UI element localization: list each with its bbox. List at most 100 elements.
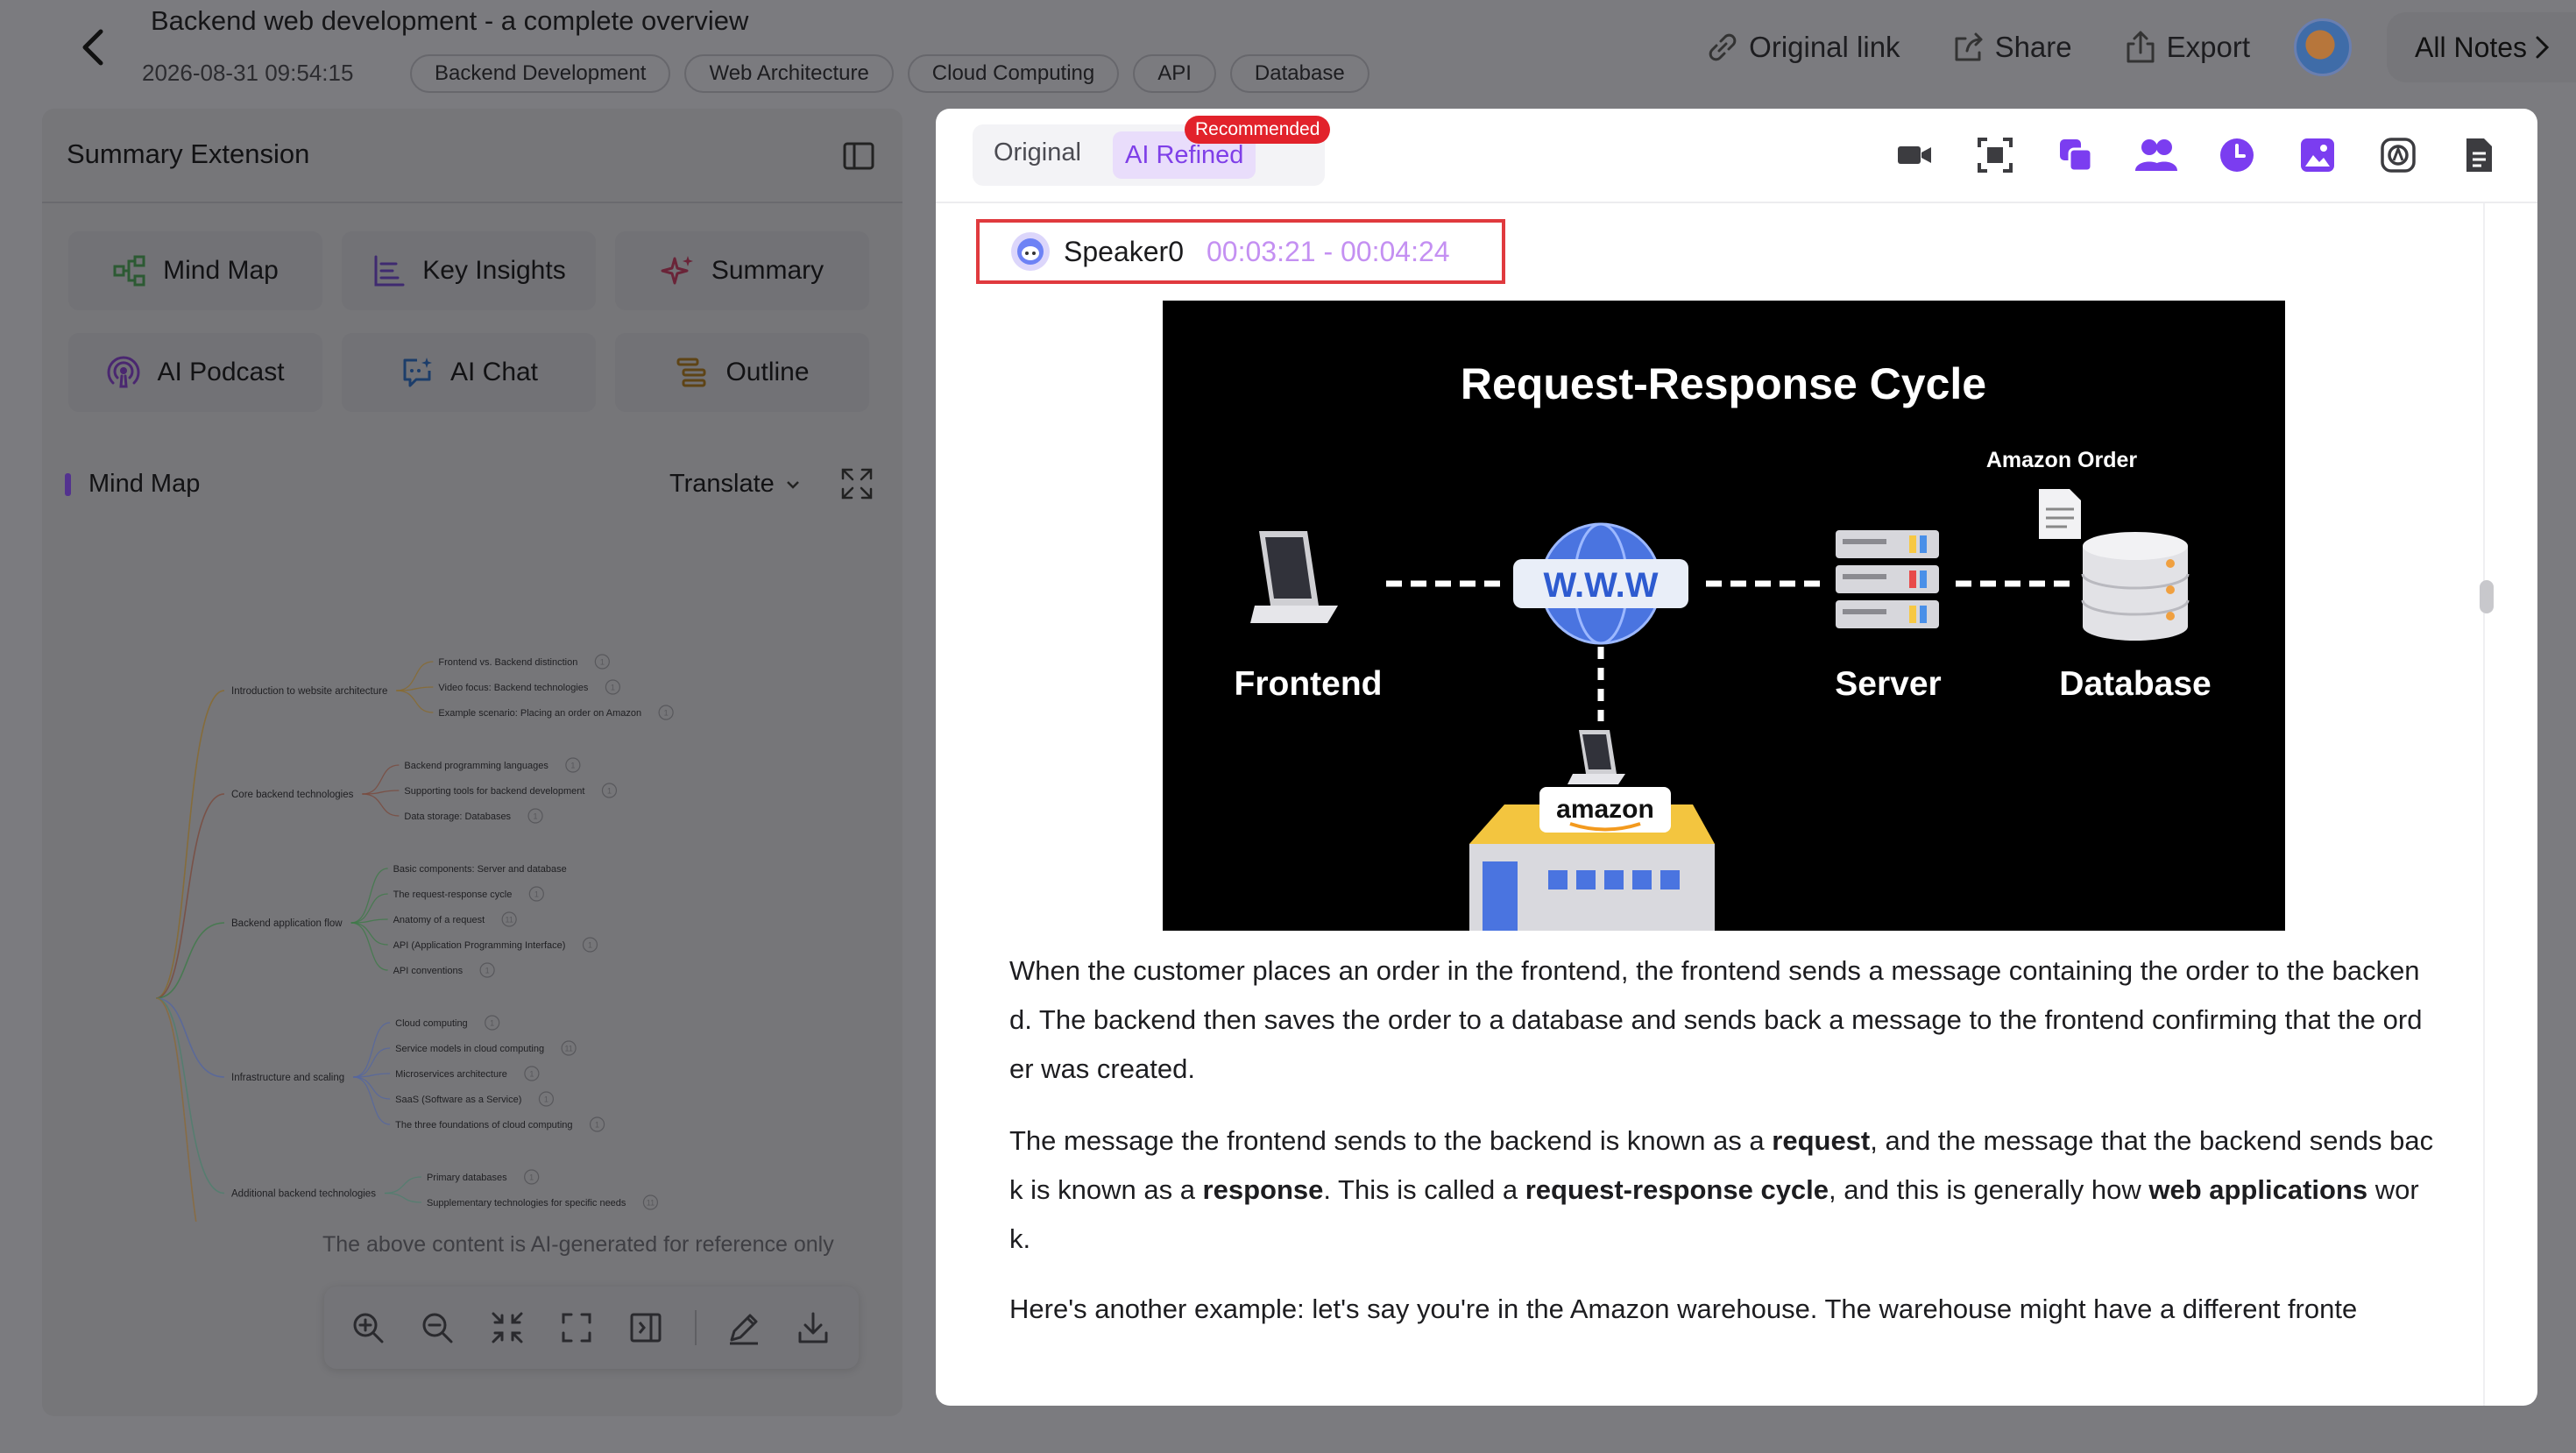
bold-term: response: [1202, 1174, 1324, 1205]
document-icon: [2466, 138, 2492, 172]
download-icon: [798, 1312, 828, 1343]
top-bar: Backend web development - a complete ove…: [0, 0, 2576, 105]
image-button[interactable]: [2296, 133, 2339, 177]
mindmap-topic[interactable]: Infrastructure and scaling: [231, 1073, 344, 1083]
mindmap-leaf[interactable]: Frontend vs. Backend distinction: [438, 657, 577, 668]
mindmap-leaf-line: [362, 793, 400, 817]
mindmap-leaf[interactable]: Video focus: Backend technologies: [438, 683, 589, 693]
back-button[interactable]: [67, 21, 119, 74]
text-run: , and this is generally how: [1829, 1174, 2149, 1205]
zoom-in-button[interactable]: [343, 1303, 392, 1352]
tag[interactable]: Backend Development: [410, 54, 671, 93]
mindmap-leaf[interactable]: Cloud computing: [395, 1018, 468, 1029]
mindmap-leaf[interactable]: Backend programming languages: [404, 761, 548, 771]
mindmap-leaf-line: [362, 790, 400, 795]
export-button[interactable]: Export: [2121, 28, 2250, 67]
share-button[interactable]: Share: [1950, 28, 2072, 67]
toolbar-divider: [695, 1310, 697, 1345]
bold-term: request-response cycle: [1525, 1174, 1829, 1205]
side-panel-button[interactable]: [622, 1303, 670, 1352]
speaker-segment-header[interactable]: Speaker0 00:03:21 - 00:04:24: [976, 219, 1505, 284]
mindmap-leaf[interactable]: The three foundations of cloud computing: [395, 1120, 572, 1131]
mindmap-leaf-line: [396, 661, 434, 691]
mindmap-leaf[interactable]: Primary databases: [427, 1173, 507, 1183]
mindmap-leaf-line: [396, 690, 434, 713]
screenshot-button[interactable]: [1973, 133, 2017, 177]
mindmap-topic[interactable]: Additional backend technologies: [231, 1189, 376, 1200]
mindmap-leaf[interactable]: The request-response cycle: [393, 890, 513, 900]
mindmap-leaf[interactable]: Basic components: Server and database: [393, 864, 567, 875]
frontend-label: Frontend: [1235, 665, 1383, 703]
timestamp-button[interactable]: [2215, 133, 2259, 177]
edit-button[interactable]: [719, 1303, 768, 1352]
tag[interactable]: Cloud Computing: [907, 54, 1120, 93]
mindmap-branch-line: [155, 690, 225, 999]
mindmap-count: 1: [544, 1095, 548, 1104]
tag[interactable]: Web Architecture: [684, 54, 894, 93]
all-notes-button[interactable]: All Notes: [2387, 12, 2576, 82]
mindmap-leaf[interactable]: SaaS (Software as a Service): [395, 1095, 521, 1105]
mindmap-leaf-line: [362, 764, 400, 795]
mindmap-topic[interactable]: Core backend technologies: [231, 790, 354, 800]
mindmap-count: 1: [611, 684, 615, 692]
mindmap-leaf-line: [350, 922, 388, 971]
mindmap-topic[interactable]: Backend application flow: [231, 918, 343, 929]
mindmap-leaf[interactable]: Microservices architecture: [395, 1069, 507, 1080]
summary-extension-panel: Summary Extension Mind Map Key Insights …: [42, 109, 902, 1416]
user-avatar[interactable]: [2294, 18, 2352, 76]
mindmap-leaf[interactable]: API (Application Programming Interface): [393, 940, 566, 951]
transcript-paragraph: Here's another example: let's say you're…: [1009, 1294, 2358, 1324]
fit-screen-button[interactable]: [552, 1303, 600, 1352]
collapse-button[interactable]: [483, 1303, 531, 1352]
order-document-icon: [2039, 489, 2081, 539]
mindmap-leaf-line: [350, 868, 388, 924]
chevron-left-icon: [82, 29, 103, 66]
text-run: . This is called a: [1323, 1174, 1525, 1205]
share-icon: [1955, 32, 1983, 61]
mindmap-leaf[interactable]: Service models in cloud computing: [395, 1044, 544, 1054]
mindmap-leaf[interactable]: API conventions: [393, 966, 464, 976]
ai-button[interactable]: [2376, 133, 2420, 177]
copy-icon: [2060, 139, 2093, 173]
amazon-order-label: Amazon Order: [1986, 448, 2138, 472]
original-link-button[interactable]: Original link: [1703, 28, 1900, 67]
share-label: Share: [1994, 31, 2072, 63]
warehouse-icon: amazon: [1469, 787, 1715, 931]
mindmap-leaf[interactable]: Supplementary technologies for specific …: [427, 1198, 626, 1208]
video-button[interactable]: [1893, 133, 1936, 177]
mindmap-count: 1: [588, 941, 592, 950]
chevron-right-icon: [2536, 36, 2550, 59]
copy-button[interactable]: [2054, 133, 2098, 177]
scrollbar-track[interactable]: [2483, 203, 2502, 1406]
mindmap-topic[interactable]: Introduction to website architecture: [231, 686, 387, 697]
segment-time-range[interactable]: 00:03:21 - 00:04:24: [1207, 236, 1450, 268]
users-icon: [2135, 139, 2177, 171]
mindmap-count: 1: [570, 762, 575, 770]
export-icon: [2127, 31, 2155, 63]
ai-icon: [2381, 138, 2416, 173]
transcript-modal: Original AI Refined Recommended Speaker0…: [936, 109, 2537, 1406]
frame-title: Request-Response Cycle: [1461, 359, 1986, 408]
tag[interactable]: API: [1133, 54, 1216, 93]
scrollbar-thumb[interactable]: [2480, 580, 2494, 613]
video-frame-image: Request-Response Cycle W.W.W Amazon Orde…: [1163, 301, 2285, 931]
server-icon: [1836, 530, 1939, 628]
tag[interactable]: Database: [1229, 54, 1369, 93]
mindmap-count: 1: [534, 812, 538, 821]
download-button[interactable]: [789, 1303, 838, 1352]
mindmap-leaf[interactable]: Example scenario: Placing an order on Am…: [438, 708, 641, 719]
mindmap-leaf[interactable]: Anatomy of a request: [393, 915, 485, 925]
mind-map-toolbar: [324, 1286, 859, 1369]
zoom-out-button[interactable]: [413, 1303, 461, 1352]
mindmap-leaf-line: [353, 1076, 391, 1100]
tab-original[interactable]: Original: [994, 138, 1081, 167]
amazon-logo-text: amazon: [1556, 795, 1654, 824]
all-notes-label: All Notes: [2415, 31, 2528, 63]
mindmap-leaf[interactable]: Supporting tools for backend development: [404, 786, 584, 797]
ai-generated-note: The above content is AI-generated for re…: [322, 1232, 834, 1257]
laptop-icon: [1250, 531, 1338, 623]
document-button[interactable]: [2457, 133, 2501, 177]
mindmap-leaf[interactable]: Data storage: Databases: [404, 812, 511, 822]
speakers-button[interactable]: [2134, 133, 2178, 177]
mind-map-canvas[interactable]: Introduction to website architecture Fron…: [42, 109, 902, 1222]
